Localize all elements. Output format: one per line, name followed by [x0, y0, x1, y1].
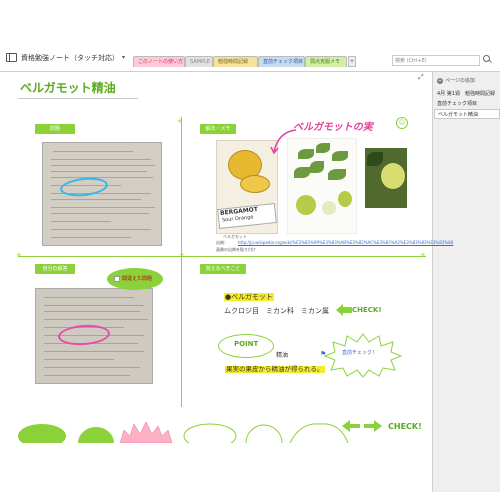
add-section-button[interactable]: + — [348, 56, 356, 67]
expand-icon[interactable]: ⤢ — [418, 73, 424, 82]
tab-study-time-log[interactable]: 勉強時間記録 — [213, 56, 258, 67]
section-label-answer: 解法・メモ — [200, 124, 236, 134]
shape-green-ellipse — [18, 424, 66, 443]
section-label-question: 問題 — [35, 124, 75, 134]
link-caption: 画像の出典を貼り付け — [216, 247, 256, 252]
onenote-window: 資格勉強ノート（タッチ対応） ▾ このノートの使い方 SAMPLE 勉強時間記録… — [0, 0, 500, 500]
link-prefix: 出典： — [216, 240, 228, 245]
page-title: ベルガモット精油 — [20, 81, 116, 95]
tree-leaf-image — [367, 152, 383, 166]
essential-oil-label: 精油 — [276, 352, 289, 359]
point-label: POINT — [234, 340, 259, 348]
left-arrow-icon — [336, 304, 352, 316]
title-divider — [18, 98, 138, 99]
mistake-checkbox[interactable] — [114, 276, 120, 282]
vertical-divider — [181, 117, 182, 407]
shape-outline-arch — [245, 424, 283, 443]
bergamot-slice-image — [240, 175, 270, 193]
notebook-icon[interactable] — [6, 53, 17, 62]
shape-right-arrow — [364, 420, 382, 432]
shape-pink-burst — [119, 421, 173, 443]
mistake-label: 間違えた問題 — [122, 276, 153, 282]
shape-left-arrow — [342, 420, 360, 432]
page-list-panel — [432, 72, 500, 492]
bergamot-heading: ●ベルガモット — [224, 293, 274, 302]
bergamot-caption: ベルガモット — [223, 234, 247, 239]
tab-sample[interactable]: SAMPLE — [185, 56, 213, 67]
shape-outline-ellipse — [183, 423, 237, 443]
classification-text: ムクロジ目 ミカン科 ミカン属 — [224, 307, 329, 315]
add-page-button[interactable]: ページの追加 — [445, 75, 475, 87]
shape-green-semicircle — [78, 427, 114, 443]
tab-how-to-use[interactable]: このノートの使い方 — [133, 56, 185, 67]
cross-marker-icon: + — [420, 251, 426, 259]
page-item-bergamot[interactable]: ベルガモット精油 — [434, 109, 500, 119]
search-input[interactable]: 検索 (Ctrl+E) — [392, 55, 480, 66]
smiley-icon: ☺ — [396, 117, 408, 129]
page-item-final-check[interactable]: 直前チェック項目 — [434, 99, 500, 109]
cross-marker-icon: + — [177, 117, 183, 125]
shape-outline-cloud — [289, 423, 349, 443]
page-item-study-log[interactable]: 4月 第1週 勉強時間記録 — [434, 89, 500, 99]
search-icon[interactable] — [483, 55, 490, 62]
tree-fruit-image — [381, 163, 405, 189]
bottom-check-label: CHECK! — [388, 422, 422, 431]
source-link[interactable]: http://ja.wikipedia.org/wiki/%E3%83%99%E… — [238, 240, 453, 246]
cross-marker-icon: + — [16, 251, 22, 259]
check-label: CHECK! — [352, 306, 382, 314]
tab-weakness-memo[interactable]: 弱点克服メモ — [305, 56, 347, 67]
flag-icon: ⚑ — [320, 350, 327, 358]
pink-arrow-icon — [270, 129, 297, 155]
question-photo[interactable] — [42, 142, 162, 246]
notebook-title[interactable]: 資格勉強ノート（タッチ対応） — [21, 53, 119, 63]
horizontal-divider — [18, 256, 426, 257]
shape-palette[interactable] — [10, 408, 430, 443]
review-label: 直前チェック！ — [342, 350, 378, 356]
fact-text: 果実の果皮から精油が得られる。 — [225, 365, 325, 374]
handwritten-annotation: ベルガモットの実 — [293, 122, 373, 133]
tab-final-check[interactable]: 直前チェック項目 — [258, 56, 305, 67]
section-label-my-answer: 自分の解答 — [35, 264, 75, 274]
center-cross-icon: + — [179, 251, 185, 259]
section-label-memorize: 覚えるべきこと — [200, 264, 246, 274]
notebook-dropdown-icon[interactable]: ▾ — [122, 54, 125, 61]
add-page-icon[interactable]: + — [437, 78, 443, 84]
